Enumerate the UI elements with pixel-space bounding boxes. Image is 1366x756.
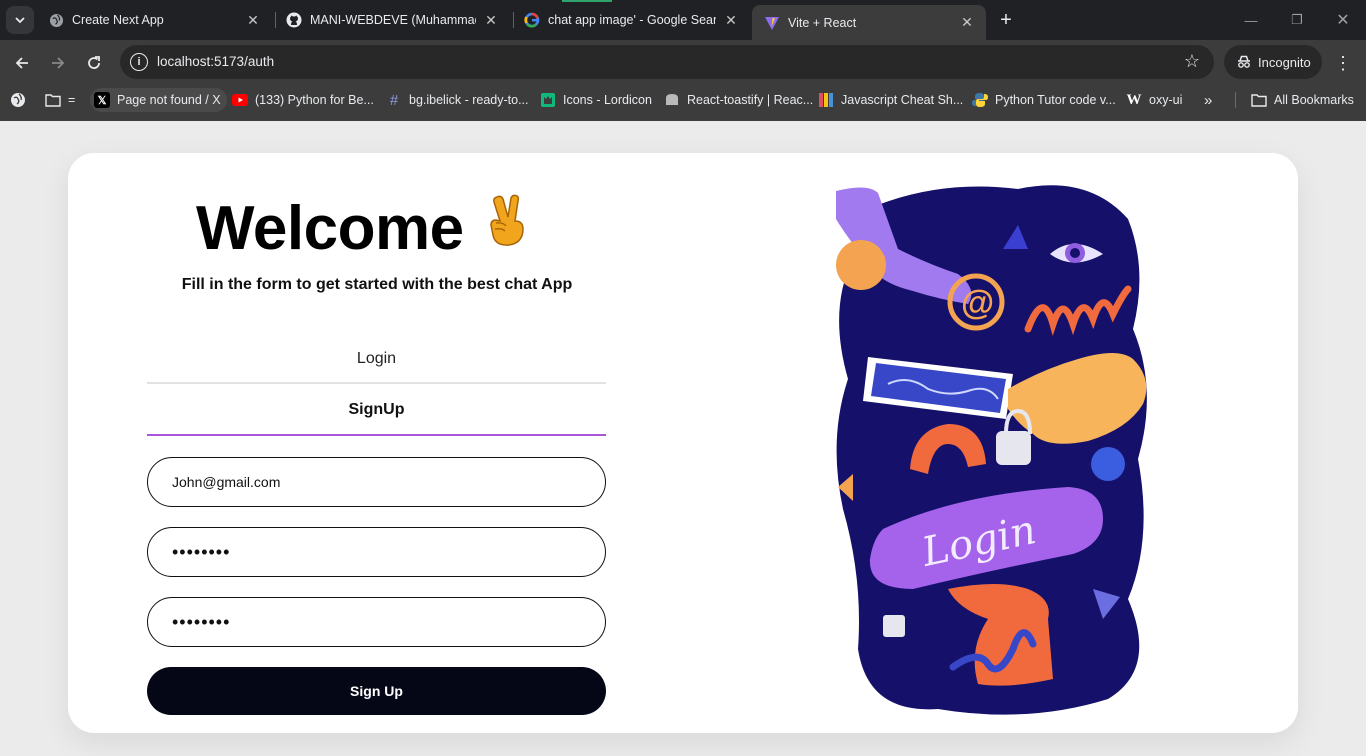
globe-icon (10, 92, 26, 108)
w-icon: W (1126, 91, 1142, 108)
bookmark-label: Python Tutor code v... (995, 93, 1116, 107)
bookmark-item[interactable]: 𝕏 Page not found / X (90, 88, 227, 112)
tab-loading-indicator (562, 0, 612, 2)
close-icon[interactable]: ✕ (244, 11, 262, 29)
sign-up-button[interactable]: Sign Up (147, 667, 606, 715)
bookmark-item[interactable]: Python Tutor code v... (972, 88, 1116, 112)
confirm-password-field[interactable] (147, 597, 606, 647)
bookmark-item[interactable]: # bg.ibelick - ready-to... (386, 88, 529, 112)
bookmark-item[interactable]: W oxy-ui (1126, 88, 1183, 112)
page-subtitle: Fill in the form to get started with the… (181, 276, 573, 293)
site-info-icon[interactable]: i (130, 53, 148, 71)
page-title: Welcome (196, 194, 464, 263)
google-icon (524, 12, 540, 28)
all-bookmarks-button[interactable]: All Bookmarks (1251, 88, 1354, 112)
lordicon-icon (540, 92, 556, 108)
folder-icon (45, 92, 61, 108)
tab-search-button[interactable] (6, 6, 34, 34)
incognito-label: Incognito (1258, 54, 1311, 70)
incognito-icon (1236, 55, 1252, 69)
browser-tab-active[interactable]: Vite + React ✕ (752, 5, 986, 40)
all-bookmarks-label: All Bookmarks (1274, 93, 1354, 107)
blue-circle-shape (1091, 447, 1125, 481)
youtube-icon (232, 92, 248, 108)
bookmark-star-icon[interactable]: ☆ (1184, 51, 1200, 72)
address-url[interactable]: localhost:5173/auth (157, 54, 274, 69)
email-field[interactable] (147, 457, 606, 507)
restore-button[interactable]: ❐ (1285, 8, 1309, 32)
bookmark-label: Page not found / X (117, 93, 221, 107)
minimize-button[interactable]: — (1239, 8, 1263, 32)
forward-button[interactable] (45, 50, 71, 76)
arrow-right-icon (52, 57, 65, 69)
bookmark-item[interactable]: React-toastify | Reac... (664, 88, 813, 112)
hash-icon: # (389, 91, 399, 109)
bookmarks-divider (1235, 92, 1236, 108)
bookmark-apps[interactable] (10, 88, 33, 112)
globe-icon (48, 12, 64, 28)
vite-icon (764, 15, 780, 31)
close-icon[interactable]: ✕ (722, 11, 740, 29)
close-window-button[interactable]: ✕ (1331, 8, 1355, 32)
tab-signup[interactable]: SignUp (147, 386, 606, 436)
back-button[interactable] (9, 50, 35, 76)
tab-title: chat app image' - Google Searc (548, 13, 716, 27)
bookmark-item[interactable]: Icons - Lordicon (540, 88, 652, 112)
page-viewport: Welcome Fill in the form to get started … (0, 121, 1366, 756)
incognito-indicator[interactable]: Incognito (1224, 45, 1322, 79)
arrow-left-icon (15, 57, 28, 69)
password-field[interactable] (147, 527, 606, 577)
bookmark-item[interactable]: Javascript Cheat Sh... (818, 88, 963, 112)
tab-title: Create Next App (72, 13, 164, 27)
auth-card: Welcome Fill in the form to get started … (68, 153, 1298, 733)
browser-tab-strip: Create Next App ✕ MANI-WEBDEVE (Muhammad… (0, 0, 1366, 40)
bookmark-label: Icons - Lordicon (563, 93, 652, 107)
bookmark-folder[interactable]: = (45, 88, 75, 112)
tab-title: Vite + React (788, 15, 857, 30)
browser-toolbar: i localhost:5173/auth ☆ Incognito ⋮ (0, 40, 1366, 85)
svg-text:@: @ (961, 284, 994, 322)
python-icon (972, 92, 988, 108)
close-icon[interactable]: ✕ (958, 14, 976, 32)
x-icon: 𝕏 (94, 92, 110, 108)
bookmark-label: React-toastify | Reac... (687, 93, 814, 107)
orange-circle-shape (836, 240, 886, 290)
browser-menu-button[interactable]: ⋮ (1332, 52, 1354, 74)
close-icon[interactable]: ✕ (482, 11, 500, 29)
github-icon (286, 12, 302, 28)
bookmark-label: Javascript Cheat Sh... (841, 93, 964, 107)
more-bookmarks-button[interactable]: » (1204, 88, 1212, 112)
browser-tab[interactable]: chat app image' - Google Searc ✕ (512, 0, 750, 40)
tab-login[interactable]: Login (147, 336, 606, 384)
bookmark-folder-label: = (68, 93, 76, 107)
browser-tab[interactable]: MANI-WEBDEVE (Muhammad I ✕ (274, 0, 510, 40)
toastify-icon (664, 92, 680, 108)
folder-icon (1251, 92, 1267, 108)
bookmark-label: oxy-ui (1149, 93, 1183, 107)
reload-button[interactable] (81, 50, 107, 76)
reload-icon (88, 56, 100, 69)
bookmark-item[interactable]: (133) Python for Be... (232, 88, 374, 112)
address-bar[interactable]: i localhost:5173/auth ☆ (120, 45, 1214, 79)
victory-hand-icon (490, 194, 524, 246)
bookmark-label: (133) Python for Be... (255, 93, 374, 107)
login-illustration: @ Login (836, 185, 1147, 715)
bookmarks-bar: = 𝕏 Page not found / X (133) Python for … (0, 80, 1366, 121)
browser-tab[interactable]: Create Next App ✕ (36, 0, 272, 40)
cheatsheet-icon (818, 92, 834, 108)
chevron-down-icon (15, 17, 25, 24)
tab-title: MANI-WEBDEVE (Muhammad I (310, 13, 476, 27)
new-tab-button[interactable]: + (994, 8, 1018, 32)
bookmark-label: bg.ibelick - ready-to... (409, 93, 529, 107)
